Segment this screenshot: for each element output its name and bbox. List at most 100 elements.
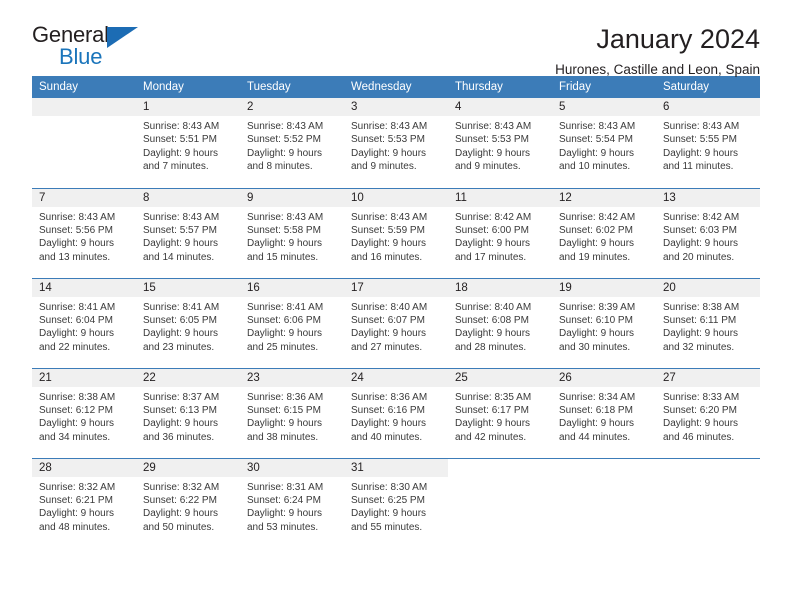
day-detail-line: Daylight: 9 hours <box>247 147 323 159</box>
day-detail-line: Daylight: 9 hours <box>559 328 635 340</box>
day-detail-line: Daylight: 9 hours <box>143 147 219 159</box>
day-cell-24[interactable]: 24 Sunrise: 8:36 AM Sunset: 6:16 PM Dayligh… <box>344 367 448 458</box>
day-number: 4 <box>448 98 552 116</box>
day-cell-11[interactable]: 11 Sunrise: 8:42 AM Sunset: 6:00 PM Dayligh… <box>448 187 552 278</box>
day-detail-line: Daylight: 9 hours <box>455 418 531 430</box>
day-detail-line: Daylight: 9 hours <box>455 238 531 250</box>
day-detail-line: and 9 minutes. <box>351 161 417 173</box>
week-row: 28 Sunrise: 8:32 AM Sunset: 6:21 PM Dayligh… <box>32 457 760 548</box>
day-cell-4[interactable]: 4 Sunrise: 8:43 AM Sunset: 5:53 PM Daylight… <box>448 98 552 188</box>
day-detail-line: Daylight: 9 hours <box>559 238 635 250</box>
day-detail-line: Sunrise: 8:42 AM <box>455 211 532 223</box>
day-cell-23[interactable]: 23 Sunrise: 8:36 AM Sunset: 6:15 PM Dayligh… <box>240 367 344 458</box>
day-cell-3[interactable]: 3 Sunrise: 8:43 AM Sunset: 5:53 PM Daylight… <box>344 98 448 188</box>
day-detail-line: Sunset: 6:18 PM <box>559 404 633 416</box>
day-detail-line: Daylight: 9 hours <box>351 147 427 159</box>
day-detail-line: and 50 minutes. <box>143 521 215 533</box>
day-cell-9[interactable]: 9 Sunrise: 8:43 AM Sunset: 5:58 PM Daylight… <box>240 187 344 278</box>
day-number: 19 <box>552 278 656 297</box>
day-cell-18[interactable]: 18 Sunrise: 8:40 AM Sunset: 6:08 PM Dayligh… <box>448 277 552 368</box>
day-number: 8 <box>136 188 240 207</box>
month-calendar: Sunday Monday Tuesday Wednesday Thursday Frid… <box>32 76 760 548</box>
day-cell-12[interactable]: 12 Sunrise: 8:42 AM Sunset: 6:02 PM Dayligh… <box>552 187 656 278</box>
day-cell-27[interactable]: 27 Sunrise: 8:33 AM Sunset: 6:20 PM Dayligh… <box>656 367 760 458</box>
day-detail-line: and 10 minutes. <box>559 161 631 173</box>
day-detail-line: Sunset: 6:06 PM <box>247 314 321 326</box>
day-detail-line: Sunset: 5:56 PM <box>39 224 113 236</box>
day-detail-line: Sunset: 6:08 PM <box>455 314 529 326</box>
day-detail-line: and 19 minutes. <box>559 251 631 263</box>
day-detail-line: Sunrise: 8:42 AM <box>663 211 740 223</box>
day-detail-line: Sunrise: 8:38 AM <box>663 301 740 313</box>
day-detail-line: Sunset: 5:51 PM <box>143 134 217 146</box>
day-detail-line: Sunset: 6:17 PM <box>455 404 529 416</box>
day-cell-16[interactable]: 16 Sunrise: 8:41 AM Sunset: 6:06 PM Dayligh… <box>240 277 344 368</box>
day-detail-line: Sunset: 6:25 PM <box>351 494 425 506</box>
day-number: 14 <box>32 278 136 297</box>
day-cell-28[interactable]: 28 Sunrise: 8:32 AM Sunset: 6:21 PM Dayligh… <box>32 457 136 548</box>
day-cell-25[interactable]: 25 Sunrise: 8:35 AM Sunset: 6:17 PM Dayligh… <box>448 367 552 458</box>
day-details: Sunrise: 8:38 AM Sunset: 6:12 PM Daylight:… <box>32 387 136 445</box>
day-detail-line: Sunrise: 8:43 AM <box>559 121 636 132</box>
day-detail-line: Sunrise: 8:37 AM <box>143 391 220 403</box>
day-cell-2[interactable]: 2 Sunrise: 8:43 AM Sunset: 5:52 PM Daylight… <box>240 98 344 188</box>
day-cell-22[interactable]: 22 Sunrise: 8:37 AM Sunset: 6:13 PM Dayligh… <box>136 367 240 458</box>
day-details: Sunrise: 8:36 AM Sunset: 6:16 PM Daylight:… <box>344 387 448 445</box>
day-number: 23 <box>240 368 344 387</box>
day-number: 21 <box>32 368 136 387</box>
day-cell-empty <box>552 457 656 548</box>
day-detail-line: Sunrise: 8:40 AM <box>455 301 532 313</box>
day-number: 20 <box>656 278 760 297</box>
page-title: January 2024 <box>596 24 760 54</box>
day-detail-line: Sunset: 5:53 PM <box>351 134 425 146</box>
weekday-header-friday: Friday <box>552 76 656 98</box>
week-row: 7 Sunrise: 8:43 AM Sunset: 5:56 PM Daylight… <box>32 187 760 278</box>
day-cell-30[interactable]: 30 Sunrise: 8:31 AM Sunset: 6:24 PM Dayligh… <box>240 457 344 548</box>
day-details: Sunrise: 8:43 AM Sunset: 5:53 PM Daylight:… <box>344 116 448 174</box>
day-cell-5[interactable]: 5 Sunrise: 8:43 AM Sunset: 5:54 PM Daylight… <box>552 98 656 188</box>
day-number: 13 <box>656 188 760 207</box>
day-cell-8[interactable]: 8 Sunrise: 8:43 AM Sunset: 5:57 PM Daylight… <box>136 187 240 278</box>
day-detail-line: Sunset: 6:24 PM <box>247 494 321 506</box>
day-detail-line: Sunset: 6:11 PM <box>663 314 737 326</box>
day-number: 17 <box>344 278 448 297</box>
general-blue-logo[interactable]: General Blue <box>32 22 144 74</box>
day-detail-line: Sunrise: 8:41 AM <box>39 301 116 313</box>
day-detail-line: and 46 minutes. <box>663 431 735 443</box>
day-cell-13[interactable]: 13 Sunrise: 8:42 AM Sunset: 6:03 PM Dayligh… <box>656 187 760 278</box>
day-detail-line: Daylight: 9 hours <box>247 328 323 340</box>
day-details: Sunrise: 8:36 AM Sunset: 6:15 PM Daylight:… <box>240 387 344 445</box>
day-number: 25 <box>448 368 552 387</box>
day-detail-line: Daylight: 9 hours <box>39 508 115 520</box>
day-detail-line: and 15 minutes. <box>247 251 319 263</box>
day-cell-14[interactable]: 14 Sunrise: 8:41 AM Sunset: 6:04 PM Dayligh… <box>32 277 136 368</box>
day-details: Sunrise: 8:43 AM Sunset: 5:55 PM Daylight:… <box>656 116 760 174</box>
day-cell-empty <box>448 457 552 548</box>
day-detail-line: Daylight: 9 hours <box>663 147 739 159</box>
day-detail-line: Sunrise: 8:42 AM <box>559 211 636 223</box>
day-cell-19[interactable]: 19 Sunrise: 8:39 AM Sunset: 6:10 PM Dayligh… <box>552 277 656 368</box>
day-details: Sunrise: 8:40 AM Sunset: 6:08 PM Daylight:… <box>448 297 552 355</box>
day-detail-line: and 48 minutes. <box>39 521 111 533</box>
day-cell-15[interactable]: 15 Sunrise: 8:41 AM Sunset: 6:05 PM Dayligh… <box>136 277 240 368</box>
day-details: Sunrise: 8:32 AM Sunset: 6:22 PM Daylight:… <box>136 477 240 535</box>
day-cell-1[interactable]: 1 Sunrise: 8:43 AM Sunset: 5:51 PM Daylight… <box>136 98 240 188</box>
day-cell-20[interactable]: 20 Sunrise: 8:38 AM Sunset: 6:11 PM Dayligh… <box>656 277 760 368</box>
day-cell-6[interactable]: 6 Sunrise: 8:43 AM Sunset: 5:55 PM Daylight… <box>656 98 760 188</box>
day-detail-line: Sunrise: 8:32 AM <box>39 481 116 493</box>
day-detail-line: and 22 minutes. <box>39 341 111 353</box>
day-cell-31[interactable]: 31 Sunrise: 8:30 AM Sunset: 6:25 PM Dayligh… <box>344 457 448 548</box>
day-details: Sunrise: 8:34 AM Sunset: 6:18 PM Daylight:… <box>552 387 656 445</box>
day-detail-line: Sunset: 5:54 PM <box>559 134 633 146</box>
day-number <box>448 459 552 477</box>
day-cell-10[interactable]: 10 Sunrise: 8:43 AM Sunset: 5:59 PM Dayligh… <box>344 187 448 278</box>
day-cell-7[interactable]: 7 Sunrise: 8:43 AM Sunset: 5:56 PM Daylight… <box>32 187 136 278</box>
day-detail-line: Daylight: 9 hours <box>351 418 427 430</box>
day-cell-21[interactable]: 21 Sunrise: 8:38 AM Sunset: 6:12 PM Dayligh… <box>32 367 136 458</box>
day-cell-26[interactable]: 26 Sunrise: 8:34 AM Sunset: 6:18 PM Dayligh… <box>552 367 656 458</box>
day-cell-29[interactable]: 29 Sunrise: 8:32 AM Sunset: 6:22 PM Dayligh… <box>136 457 240 548</box>
weekday-header-sunday: Sunday <box>32 76 136 98</box>
day-number: 1 <box>136 98 240 116</box>
day-number: 15 <box>136 278 240 297</box>
day-cell-17[interactable]: 17 Sunrise: 8:40 AM Sunset: 6:07 PM Dayligh… <box>344 277 448 368</box>
